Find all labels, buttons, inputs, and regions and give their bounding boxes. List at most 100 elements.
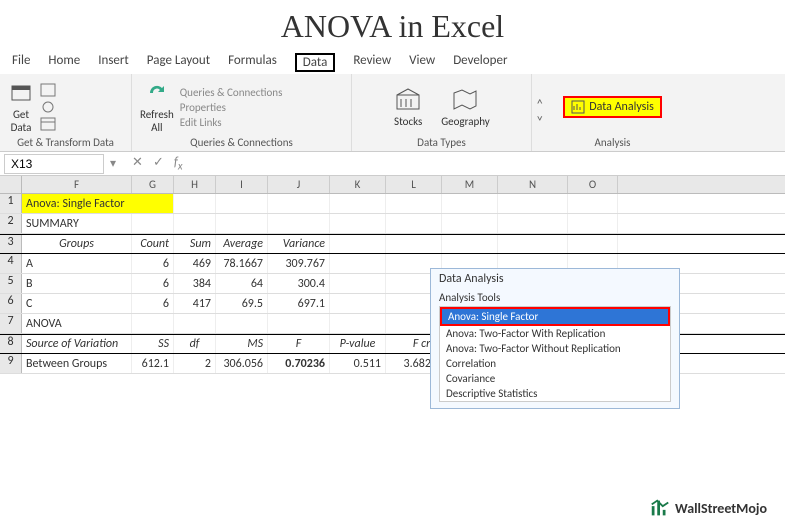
col-M[interactable]: M (442, 176, 498, 193)
data-analysis-button[interactable]: Data Analysis (563, 96, 662, 118)
hdr-ms[interactable]: MS (216, 335, 268, 353)
refresh-all-button[interactable]: Refresh All (140, 80, 174, 134)
ribbon-tabs: File Home Insert Page Layout Formulas Da… (0, 49, 785, 74)
dialog-label: Analysis Tools (431, 289, 679, 306)
cell-F1[interactable]: Anova: Single Factor (22, 194, 174, 213)
col-I[interactable]: I (216, 176, 268, 193)
table-row[interactable]: 306.056 (216, 354, 268, 373)
fx-icon[interactable]: fx (174, 155, 183, 173)
hdr-ss[interactable]: SS (132, 335, 174, 353)
database-icon (8, 80, 34, 106)
table-row[interactable]: 0.70236 (268, 354, 330, 373)
get-data-label: Get Data (11, 108, 32, 134)
list-item[interactable]: Correlation (440, 356, 670, 371)
col-K[interactable]: K (330, 176, 386, 193)
dialog-listbox[interactable]: Anova: Single Factor Anova: Two-Factor W… (439, 306, 671, 402)
group-queries: Queries & Connections (140, 136, 343, 149)
list-item[interactable]: Anova: Two-Factor Without Replication (440, 341, 670, 356)
hdr-src[interactable]: Source of Variation (22, 335, 132, 353)
col-L[interactable]: L (386, 176, 442, 193)
queries-connections-button[interactable]: Queries & Connections (180, 86, 283, 99)
table-row[interactable]: 78.1667 (216, 254, 268, 273)
data-analysis-label: Data Analysis (589, 100, 654, 114)
edit-links-button[interactable]: Edit Links (180, 116, 283, 129)
cell-F7[interactable]: ANOVA (22, 314, 132, 333)
cancel-icon[interactable]: ✕ (132, 155, 143, 173)
col-N[interactable]: N (498, 176, 568, 193)
cell-F2[interactable]: SUMMARY (22, 214, 132, 233)
tab-file[interactable]: File (12, 53, 30, 72)
tab-developer[interactable]: Developer (453, 53, 507, 72)
tab-formulas[interactable]: Formulas (228, 53, 277, 72)
from-text-icon[interactable] (40, 83, 56, 97)
table-row[interactable]: B (22, 274, 132, 293)
table-row[interactable]: 612.1 (132, 354, 174, 373)
hdr-groups[interactable]: Groups (22, 235, 132, 253)
get-data-button[interactable]: Get Data (8, 80, 34, 134)
ribbon-scroll[interactable]: ˄˅ (532, 74, 548, 151)
hdr-df[interactable]: df (174, 335, 216, 353)
name-box[interactable] (4, 154, 104, 174)
data-analysis-dialog: Data Analysis Analysis Tools Anova: Sing… (430, 268, 680, 409)
table-row[interactable]: A (22, 254, 132, 273)
table-row[interactable]: 697.1 (268, 294, 330, 313)
table-row[interactable]: 69.5 (216, 294, 268, 313)
table-row[interactable]: 0.511 (330, 354, 386, 373)
formula-bar: ▾ ✕ ✓ fx (0, 152, 785, 176)
hdr-count[interactable]: Count (132, 235, 174, 253)
table-row[interactable]: Between Groups (22, 354, 132, 373)
hdr-avg[interactable]: Average (216, 235, 268, 253)
group-get-transform: Get & Transform Data (8, 136, 123, 149)
geography-button[interactable]: Geography (441, 87, 490, 128)
group-analysis: Analysis (556, 136, 670, 149)
geography-label: Geography (441, 115, 490, 128)
list-item[interactable]: Anova: Two-Factor With Replication (440, 326, 670, 341)
logo-icon (649, 497, 671, 519)
table-row[interactable]: 6 (132, 294, 174, 313)
tab-review[interactable]: Review (353, 53, 391, 72)
table-row[interactable]: 6 (132, 254, 174, 273)
stocks-label: Stocks (394, 115, 422, 128)
page-title: ANOVA in Excel (0, 0, 785, 49)
hdr-sum[interactable]: Sum (174, 235, 216, 253)
stocks-button[interactable]: Stocks (393, 87, 423, 128)
col-O[interactable]: O (568, 176, 618, 193)
table-row[interactable]: 64 (216, 274, 268, 293)
enter-icon[interactable]: ✓ (153, 155, 164, 173)
col-G[interactable]: G (132, 176, 174, 193)
col-J[interactable]: J (268, 176, 330, 193)
from-table-icon[interactable] (40, 117, 56, 131)
tab-pagelayout[interactable]: Page Layout (147, 53, 210, 72)
table-row[interactable]: 300.4 (268, 274, 330, 293)
hdr-f[interactable]: F (268, 335, 330, 353)
dialog-title: Data Analysis (431, 269, 679, 289)
geography-icon (450, 87, 480, 113)
col-F[interactable]: F (22, 176, 132, 193)
from-web-icon[interactable] (40, 100, 56, 114)
hdr-var[interactable]: Variance (268, 235, 330, 253)
list-item[interactable]: Covariance (440, 371, 670, 386)
stocks-icon (393, 87, 423, 113)
tab-view[interactable]: View (409, 53, 435, 72)
table-row[interactable]: 417 (174, 294, 216, 313)
tab-insert[interactable]: Insert (98, 53, 129, 72)
list-item[interactable]: Descriptive Statistics (440, 386, 670, 401)
table-row[interactable]: 2 (174, 354, 216, 373)
ribbon: Get Data Get & Transform Data Refresh Al… (0, 74, 785, 152)
tab-data[interactable]: Data (295, 53, 336, 72)
data-analysis-icon (571, 100, 585, 114)
table-row[interactable]: 384 (174, 274, 216, 293)
table-row[interactable]: C (22, 294, 132, 313)
table-row[interactable]: 309.767 (268, 254, 330, 273)
tab-home[interactable]: Home (48, 53, 80, 72)
refresh-label: Refresh All (140, 108, 174, 134)
list-item[interactable]: Anova: Single Factor (440, 307, 670, 326)
wallstreetmojo-logo: WallStreetMojo (649, 497, 767, 519)
logo-text: WallStreetMojo (675, 500, 767, 517)
table-row[interactable]: 469 (174, 254, 216, 273)
namebox-dropdown-icon[interactable]: ▾ (104, 156, 122, 171)
col-H[interactable]: H (174, 176, 216, 193)
table-row[interactable]: 6 (132, 274, 174, 293)
hdr-p[interactable]: P-value (330, 335, 386, 353)
properties-button[interactable]: Properties (180, 101, 283, 114)
